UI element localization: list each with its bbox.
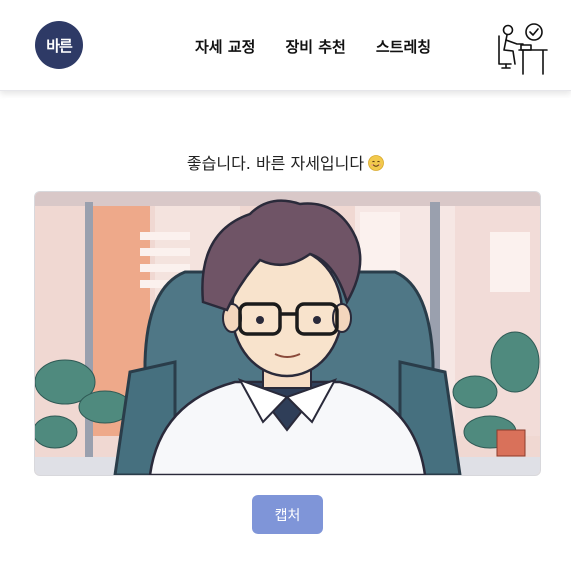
logo[interactable]: 바른 [35, 21, 83, 69]
capture-button[interactable]: 캡처 [252, 495, 323, 534]
logo-text: 바른 [46, 36, 73, 55]
top-header: 바른 자세 교정 장비 추천 스트레칭 [0, 0, 571, 91]
nav-equipment-recommendation[interactable]: 장비 추천 [285, 36, 345, 57]
webcam-feed [34, 191, 541, 476]
nav-stretching[interactable]: 스트레칭 [376, 36, 431, 57]
nav-posture-correction[interactable]: 자세 교정 [195, 36, 255, 57]
webcam-illustration [35, 192, 540, 475]
posture-status-text: 좋습니다. 바른 자세입니다 [186, 154, 365, 173]
posture-status: 좋습니다. 바른 자세입니다 [0, 150, 571, 174]
main-nav: 자세 교정 장비 추천 스트레칭 [195, 36, 431, 57]
person-at-desk-icon[interactable] [493, 20, 549, 76]
smiling-face-icon [368, 155, 384, 171]
